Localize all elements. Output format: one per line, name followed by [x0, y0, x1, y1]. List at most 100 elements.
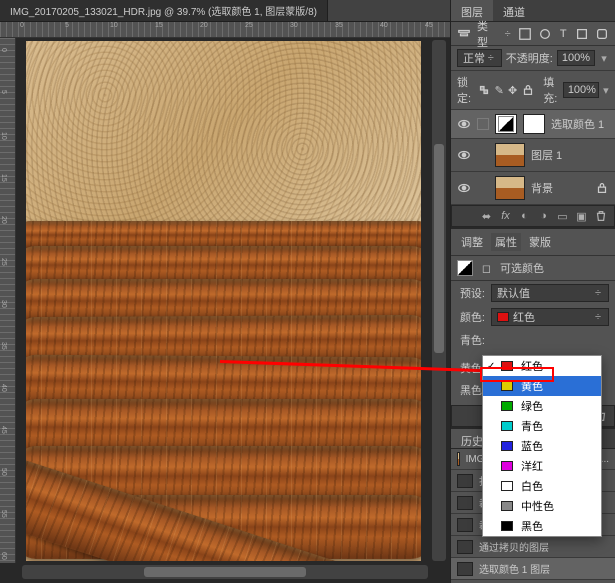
history-step-icon [457, 562, 473, 576]
yellow-label: 黄色: [457, 360, 485, 376]
lock-label: 锁定: [457, 74, 473, 106]
layer-thumb [495, 143, 525, 167]
color-swatch-icon [501, 481, 513, 491]
color-swatch-icon [501, 381, 513, 391]
layer-link-icon[interactable] [477, 118, 489, 130]
layer-name[interactable]: 选取颜色 1 [551, 116, 604, 132]
ruler-horizontal[interactable]: 051015202530354045 [0, 22, 450, 38]
snapshot-thumb [457, 452, 460, 466]
lock-transparent-icon[interactable] [477, 83, 491, 98]
layer-mask-thumb[interactable] [523, 114, 545, 134]
canvas-viewport[interactable] [16, 38, 430, 563]
opacity-input[interactable]: 100% [557, 50, 595, 66]
lock-all-icon[interactable] [521, 83, 535, 98]
layer-filter-bar: 类型 ÷ T [451, 22, 615, 46]
color-option-label: 中性色 [521, 498, 554, 514]
history-step-icon [457, 518, 473, 532]
blend-mode-select[interactable]: 正常÷ [457, 49, 502, 67]
history-step-icon [457, 496, 473, 510]
visibility-icon[interactable] [457, 117, 471, 131]
layer-thumb [495, 176, 525, 200]
color-option-label: 青色 [521, 418, 543, 434]
selective-color-icon [457, 260, 473, 276]
scrollbar-horizontal[interactable] [22, 565, 428, 579]
scrollbar-vertical[interactable] [432, 40, 446, 561]
filter-image-icon[interactable] [518, 26, 532, 41]
blend-opacity-row: 正常÷ 不透明度: 100% ▾ [451, 46, 615, 71]
link-layers-icon[interactable]: ⬌ [479, 209, 494, 224]
group-icon[interactable]: ▭ [555, 209, 570, 224]
properties-title: 可选颜色 [500, 260, 544, 276]
visibility-icon[interactable] [457, 148, 471, 162]
color-option[interactable]: 白色 [483, 476, 601, 496]
color-option[interactable]: 蓝色 [483, 436, 601, 456]
tab-adjust[interactable]: 调整 [457, 233, 487, 251]
properties-panel-tabs: 调整 属性 蒙版 [451, 229, 615, 256]
color-swatch-icon [501, 521, 513, 531]
color-option[interactable]: 红色 [483, 356, 601, 376]
mask-link-icon[interactable]: ◻ [479, 261, 494, 276]
document-tab[interactable]: IMG_20170205_133021_HDR.jpg @ 39.7% (选取颜… [0, 0, 328, 21]
adjustment-layer-icon[interactable]: ◑ [536, 209, 551, 224]
color-field: 颜色: 红色 ÷ [451, 305, 615, 329]
layer-row-background[interactable]: 背景 [451, 172, 615, 205]
color-option-label: 洋红 [521, 458, 543, 474]
preset-select[interactable]: 默认值÷ [491, 284, 609, 302]
chevron-down-icon[interactable]: ÷ [504, 28, 512, 40]
lock-position-icon[interactable]: ✥ [508, 83, 517, 98]
color-option-label: 蓝色 [521, 438, 543, 454]
blend-mode-value: 正常 [463, 50, 485, 66]
fill-input[interactable]: 100% [563, 82, 599, 98]
ruler-vertical[interactable]: 051015202530354045505560 [0, 38, 16, 563]
filter-text-icon[interactable]: T [558, 26, 569, 41]
color-swatch-icon [501, 421, 513, 431]
history-item-label: 通过拷贝的图层 [479, 539, 549, 554]
chevron-down-icon[interactable]: ▾ [599, 52, 609, 65]
color-swatch-icon [501, 501, 513, 511]
history-item[interactable]: 选取颜色 1 图层 [451, 558, 615, 580]
preset-label: 预设: [457, 285, 485, 301]
opacity-label: 不透明度: [506, 50, 553, 66]
color-option[interactable]: 绿色 [483, 396, 601, 416]
black-label: 黑色: [457, 382, 485, 398]
color-option[interactable]: 中性色 [483, 496, 601, 516]
color-option-label: 红色 [521, 358, 543, 374]
color-option-label: 绿色 [521, 398, 543, 414]
color-option[interactable]: 黄色 [483, 376, 601, 396]
lock-fill-row: 锁定: ✎ ✥ 填充: 100% ▾ [451, 71, 615, 110]
tab-properties[interactable]: 属性 [491, 233, 521, 251]
visibility-icon[interactable] [457, 181, 471, 195]
layer-mask-icon[interactable]: ◐ [517, 209, 532, 224]
preset-field: 预设: 默认值÷ [451, 281, 615, 305]
new-layer-icon[interactable]: ▣ [574, 209, 589, 224]
tab-channels[interactable]: 通道 [493, 0, 535, 21]
layer-filter-kind-icon[interactable] [457, 26, 471, 41]
layer-name[interactable]: 图层 1 [531, 147, 562, 163]
adjustment-thumb [495, 114, 517, 134]
color-dropdown-popup[interactable]: 红色黄色绿色青色蓝色洋红白色中性色黑色 [482, 355, 602, 537]
layer-row-selective-color[interactable]: 选取颜色 1 [451, 110, 615, 139]
lock-pixels-icon[interactable]: ✎ [495, 83, 504, 98]
color-option-label: 白色 [521, 478, 543, 494]
fill-label: 填充: [543, 74, 559, 106]
color-option[interactable]: 黑色 [483, 516, 601, 536]
image-content [26, 41, 421, 561]
filter-adjust-icon[interactable] [538, 26, 552, 41]
color-option-label: 黑色 [521, 518, 543, 534]
layer-name[interactable]: 背景 [531, 180, 553, 196]
color-option[interactable]: 青色 [483, 416, 601, 436]
tab-mask[interactable]: 蒙版 [525, 233, 555, 251]
color-option[interactable]: 洋红 [483, 456, 601, 476]
canvas-area: IMG_20170205_133021_HDR.jpg @ 39.7% (选取颜… [0, 0, 450, 583]
color-swatch-icon [501, 401, 513, 411]
filter-smart-icon[interactable] [595, 26, 609, 41]
layer-row-1[interactable]: 图层 1 [451, 139, 615, 172]
cyan-field: 青色: [451, 329, 615, 351]
trash-icon[interactable] [593, 209, 608, 224]
color-select[interactable]: 红色 ÷ [491, 308, 609, 326]
properties-header: ◻ 可选颜色 [451, 256, 615, 281]
history-item[interactable]: 通过拷贝的图层 [451, 536, 615, 558]
filter-shape-icon[interactable] [575, 26, 589, 41]
chevron-down-icon[interactable]: ▾ [603, 84, 609, 97]
layer-fx-icon[interactable]: fx [498, 209, 513, 224]
